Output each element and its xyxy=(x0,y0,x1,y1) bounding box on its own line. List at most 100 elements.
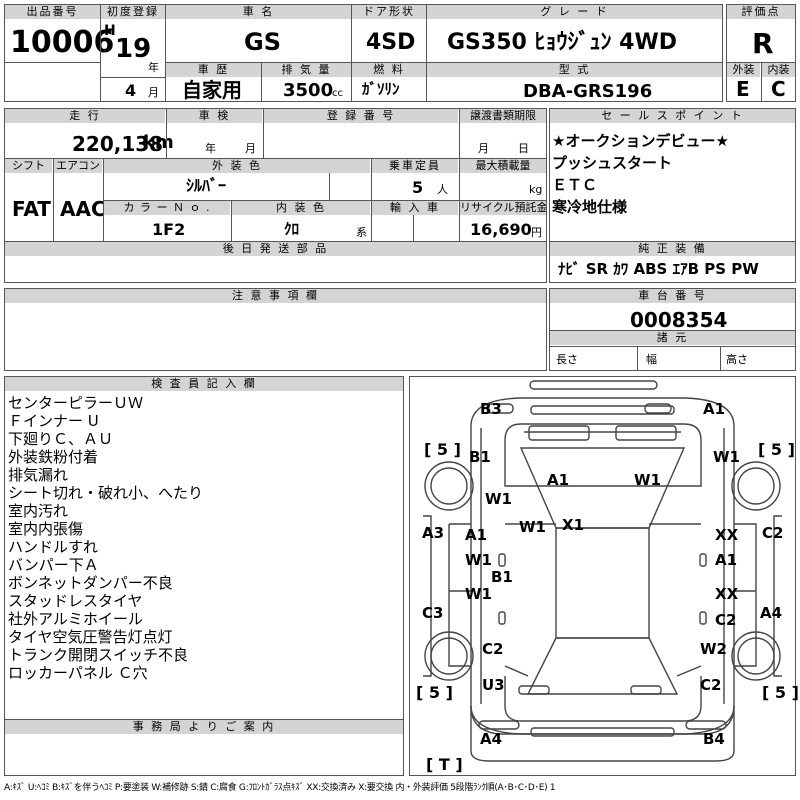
insp-month: 月 xyxy=(245,142,256,155)
fuel: ｶﾞｿﾘﾝ xyxy=(362,80,400,98)
int-score: C xyxy=(771,77,786,101)
mark-door-rl: W1 xyxy=(465,585,492,603)
mark-side-fr: C2 xyxy=(762,524,784,542)
inspector-item: シート切れ・破れ小、へたり xyxy=(8,484,204,502)
mark-door-rr-2: C2 xyxy=(715,611,737,629)
insp-year: 年 xyxy=(205,142,216,155)
mark-rear-bumper-left: A4 xyxy=(480,730,503,748)
load-unit: kg xyxy=(529,183,543,196)
inspector-item: バンパー下Ａ xyxy=(8,556,99,574)
mark-rear-bumper-right: B4 xyxy=(703,730,725,748)
mark-door-fr-2: A1 xyxy=(715,551,738,569)
inspector-item: トランク開閉スイッチ不良 xyxy=(8,646,189,664)
inspector-item: ボンネットダンパー不良 xyxy=(8,574,173,592)
dim-height: 高さ xyxy=(726,353,748,366)
mark-door-fl-2: W1 xyxy=(465,551,492,569)
chassis-label: 車 台 番 号 xyxy=(550,289,795,303)
dims-label: 諸 元 xyxy=(550,331,795,345)
inspector-item: タイヤ空気圧警告灯点灯 xyxy=(8,628,173,646)
door-type: 4SD xyxy=(366,30,416,55)
era: H xyxy=(104,23,116,39)
mark-door-fr: XX xyxy=(715,526,739,544)
mileage-unit: km xyxy=(143,132,174,153)
inspector-item: 外装鉄粉付着 xyxy=(8,448,99,466)
mark-side-rr: A4 xyxy=(760,604,783,622)
sales-point: ★オークションデビュー★ xyxy=(552,132,729,150)
car-name-label: 車 名 xyxy=(166,5,351,19)
mark-door-rr: XX xyxy=(715,585,739,603)
mark-trunk-right: C2 xyxy=(700,676,722,694)
legend: A:ｷｽﾞ U:ﾍｺﾐ B:ｷｽﾞを伴うﾍｺﾐ P:要塗装 W:補修跡 S:錆 … xyxy=(4,783,556,793)
mark-rocker-left: B1 xyxy=(491,568,513,586)
equipment: ﾅﾋﾞ SR ｶﾜ ABS ｴｱB PS PW xyxy=(558,260,759,278)
int-color-unit: 系 xyxy=(356,226,367,239)
shift-label: シフト xyxy=(5,159,52,173)
equipment-label: 純 正 装 備 xyxy=(550,242,795,256)
regno-label: 登 録 番 号 xyxy=(264,109,458,123)
transfer-day: 日 xyxy=(518,142,529,155)
color: ｼﾙﾊﾞｰ xyxy=(186,176,227,195)
inspector-label: 検 査 員 記 入 欄 xyxy=(5,377,403,391)
chassis-number: 0008354 xyxy=(630,308,728,332)
mark-fender-rl: C2 xyxy=(482,640,504,658)
inspector-item: Ｆインナー U xyxy=(8,412,99,430)
tire-tread-spare: [ T ] xyxy=(426,755,463,774)
int-label: 内装 xyxy=(762,63,795,77)
int-color-label: 内 装 色 xyxy=(232,201,370,215)
lot-number: 10006 xyxy=(10,25,115,60)
model: DBA-GRS196 xyxy=(523,81,653,102)
ac: AAC xyxy=(60,197,106,221)
color-no-label: カ ラ ー Ｎ ｏ . xyxy=(104,201,230,215)
grade-label: グ レ ー ド xyxy=(427,5,722,19)
mark-front-bumper-right: A1 xyxy=(703,400,726,418)
displacement: 3500 xyxy=(283,80,334,101)
year-unit: 年 xyxy=(148,61,159,74)
inspector-item: ハンドルすれ xyxy=(8,538,99,556)
grade: GS350 ﾋｮｳｼﾞｭﾝ 4WD xyxy=(447,30,677,55)
reg-month: 4 xyxy=(125,81,137,100)
recycle: 16,690 xyxy=(470,220,532,239)
dim-length: 長さ xyxy=(556,353,578,366)
displacement-label: 排 気 量 xyxy=(262,63,351,77)
car-name: GS xyxy=(244,28,281,56)
color-label: 外 装 色 xyxy=(104,159,370,173)
model-label: 型 式 xyxy=(427,63,722,77)
displacement-unit: cc xyxy=(332,88,343,99)
tire-tread-rr: [ 5 ] xyxy=(762,683,799,702)
transfer-month: 月 xyxy=(478,142,489,155)
mark-door-fl: A1 xyxy=(465,526,488,544)
mark-pillar-center: W1 xyxy=(519,518,546,536)
tire-tread-rl: [ 5 ] xyxy=(416,683,453,702)
seats: 5 xyxy=(412,178,424,197)
mark-side-rl: C3 xyxy=(422,604,444,622)
first-reg-label: 初度登録 xyxy=(101,5,165,19)
mark-front-bumper-left: B3 xyxy=(480,400,502,418)
dim-width: 幅 xyxy=(646,353,657,366)
inspector-item: ロッカーパネル Ｃ穴 xyxy=(8,664,148,682)
inspector-item: 排気漏れ xyxy=(8,466,69,484)
month-unit: 月 xyxy=(148,86,159,99)
mark-fender-rr: W2 xyxy=(700,640,727,658)
import-label: 輸 入 車 xyxy=(372,201,458,215)
mark-roof: X1 xyxy=(562,516,585,534)
transfer-label: 譲渡書類期限 xyxy=(460,109,546,123)
ext-label: 外装 xyxy=(727,63,760,77)
int-color: ｸﾛ xyxy=(284,220,300,238)
later-parts-label: 後 日 発 送 部 品 xyxy=(5,242,546,256)
score: R xyxy=(752,27,774,60)
fuel-label: 燃 料 xyxy=(352,63,426,77)
inspector-item: 下廻りＣ、ＡＵ xyxy=(8,430,114,448)
inspection-label: 車 検 xyxy=(167,109,262,123)
mileage-label: 走 行 xyxy=(5,109,165,123)
sales-point: 寒冷地仕様 xyxy=(552,198,628,216)
mark-hood-right: W1 xyxy=(634,471,661,489)
tire-tread-fr: [ 5 ] xyxy=(758,440,795,459)
history: 自家用 xyxy=(182,78,242,102)
office-label: 事 務 局 よ り ご 案 内 xyxy=(5,720,403,734)
inspector-item: 室内内張傷 xyxy=(8,520,84,538)
mark-fender-fl: B1 xyxy=(469,448,491,466)
notes-label: 注 意 事 項 欄 xyxy=(5,289,546,303)
score-label: 評価点 xyxy=(727,5,795,19)
seats-unit: 人 xyxy=(437,183,448,196)
sales-point: ＥＴＣ xyxy=(552,176,598,194)
